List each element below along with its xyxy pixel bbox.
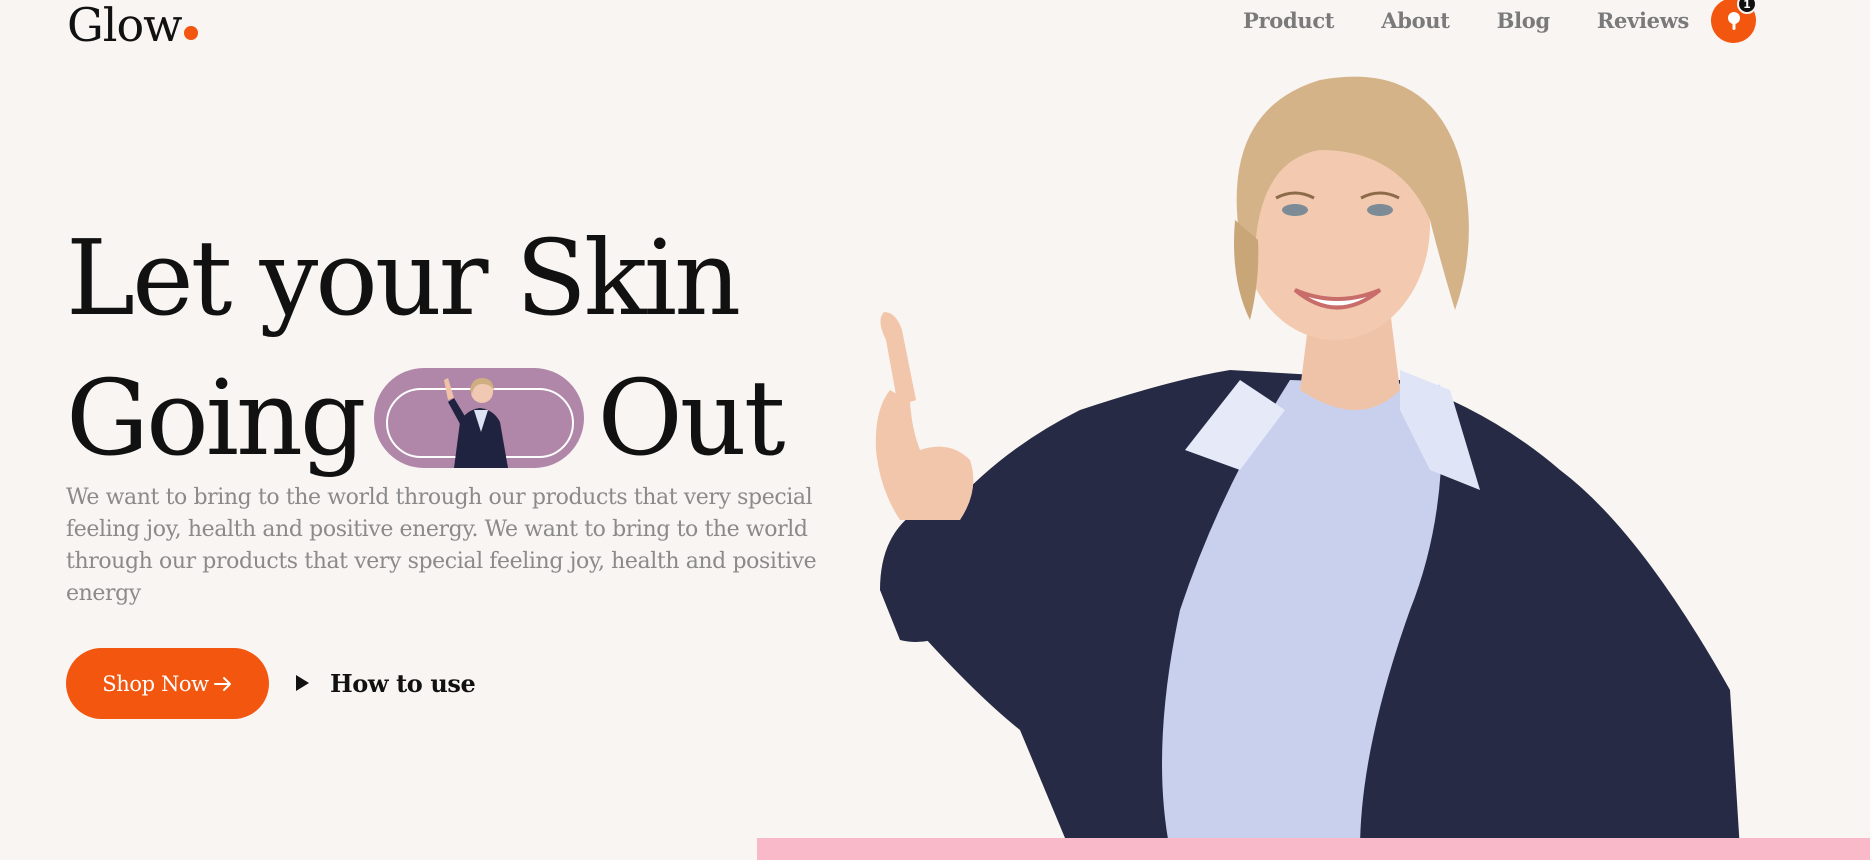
nav-blog[interactable]: Blog — [1497, 8, 1551, 33]
headline-word-going: Going — [66, 357, 367, 479]
headline-image-pill — [373, 368, 584, 468]
arrow-right-icon — [213, 676, 231, 691]
shop-now-button[interactable]: Shop Now — [66, 648, 269, 719]
play-icon — [296, 675, 309, 691]
shopping-bag-icon — [1727, 11, 1740, 30]
landing-page: Glow Product About Blog Reviews 1 Let yo… — [0, 0, 1870, 860]
pill-woman-thumbnail — [443, 378, 508, 468]
headline-line-2: Going Out — [66, 348, 786, 488]
how-to-use-label: How to use — [330, 668, 476, 698]
nav-product[interactable]: Product — [1243, 8, 1335, 33]
headline-word-out: Out — [597, 357, 786, 479]
shop-now-label: Shop Now — [102, 671, 209, 696]
nav-about[interactable]: About — [1381, 8, 1450, 33]
brand-name: Glow — [67, 0, 183, 52]
nav-reviews[interactable]: Reviews — [1597, 8, 1689, 33]
how-to-use-link[interactable]: How to use — [294, 662, 476, 704]
hero-woman-image — [875, 76, 1740, 850]
headline-line-1: Let your Skin — [66, 217, 741, 339]
hero-headline: Let your Skin Going Out — [66, 208, 786, 488]
logo-dot — [183, 26, 198, 40]
brand-logo[interactable]: Glow — [67, 0, 198, 52]
main-nav: Product About Blog Reviews — [1243, 8, 1689, 33]
accent-band — [757, 838, 1870, 860]
hero-description: We want to bring to the world through ou… — [66, 485, 817, 606]
